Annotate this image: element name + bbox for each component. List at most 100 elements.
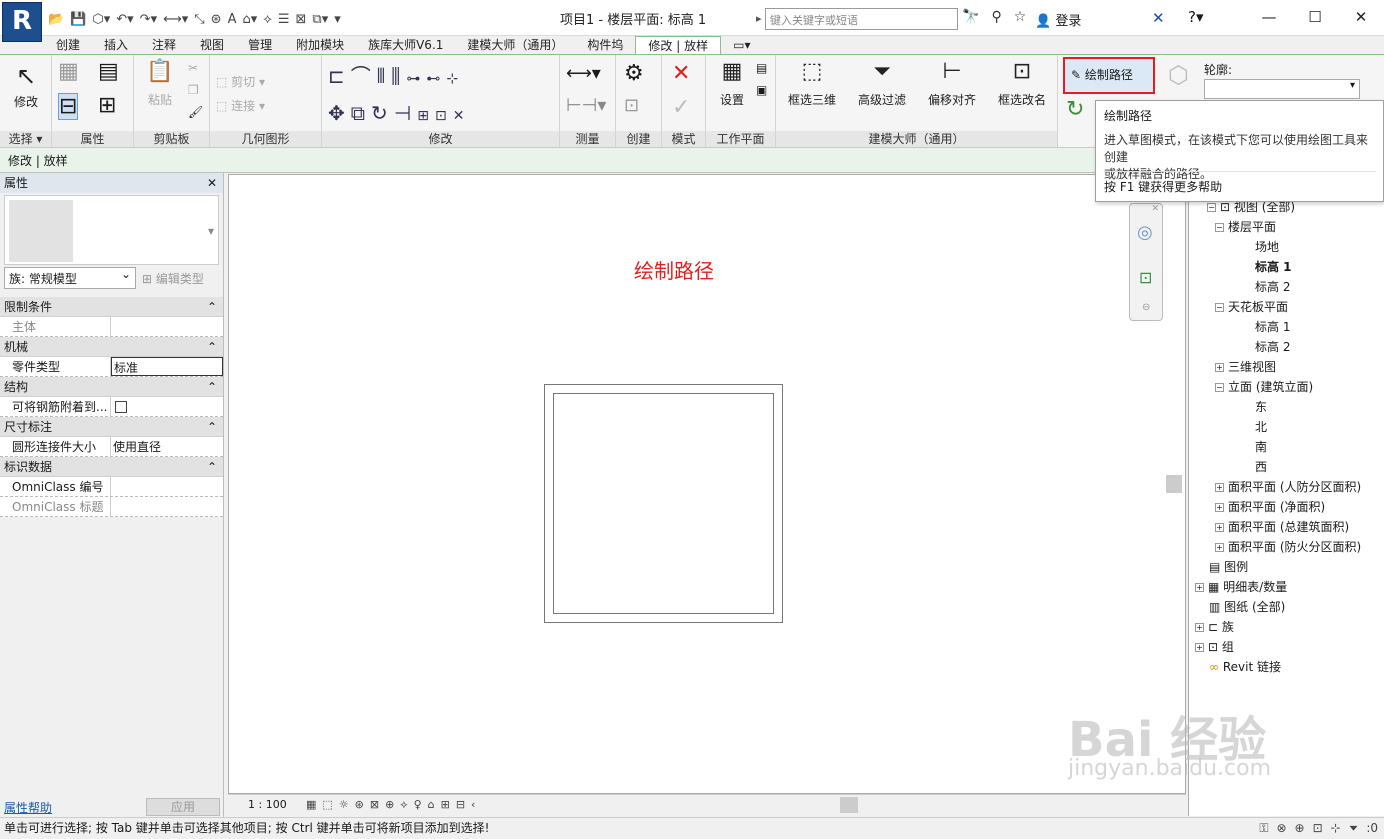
tab-modify-sweep[interactable]: 修改 | 放样 bbox=[635, 36, 722, 55]
ribbon-toggle-icon[interactable]: ▭▾ bbox=[721, 36, 762, 55]
3d-view-icon[interactable]: ⌂▾ bbox=[242, 12, 257, 27]
binoculars-icon[interactable]: 🔭 bbox=[962, 9, 979, 25]
help-icon[interactable]: ?▾ bbox=[1188, 8, 1204, 26]
tree-item[interactable]: + 三维视图 bbox=[1215, 358, 1276, 375]
join-geometry-button[interactable]: ⬚ 连接 ▾ bbox=[216, 97, 265, 114]
tree-item[interactable]: − 立面 (建筑立面) bbox=[1215, 378, 1313, 395]
mirror-draw-icon[interactable]: ⫼ bbox=[391, 64, 406, 88]
copy-elem-icon[interactable]: ⧉ bbox=[351, 101, 371, 125]
finish-mode-icon[interactable]: ✓ bbox=[672, 95, 690, 120]
tab-manage[interactable]: 管理 bbox=[236, 36, 284, 55]
zoom-icon[interactable]: ⊡ bbox=[1139, 268, 1152, 287]
steering-wheel-icon[interactable]: ◎ bbox=[1137, 222, 1153, 243]
copy-icon[interactable]: ❐ bbox=[188, 83, 199, 97]
profile-select[interactable]: ▾ bbox=[1204, 79, 1360, 99]
star-icon[interactable]: ☆ bbox=[1014, 9, 1027, 25]
tab-annotate[interactable]: 注释 bbox=[140, 36, 188, 55]
app-menu-button[interactable]: R bbox=[2, 2, 42, 42]
tag-icon[interactable]: ⊛ bbox=[211, 12, 222, 27]
section-identity[interactable]: 标识数据 ⌃ bbox=[0, 457, 223, 477]
tab-insert[interactable]: 插入 bbox=[92, 36, 140, 55]
tree-item[interactable]: 标高 1 bbox=[1255, 318, 1290, 335]
rotate-icon[interactable]: ↻ bbox=[371, 101, 394, 125]
trim-icon[interactable]: ⊣ bbox=[394, 101, 417, 125]
offset-icon[interactable]: ⌒ bbox=[351, 64, 377, 88]
tree-item[interactable]: − 楼层平面 bbox=[1215, 218, 1276, 235]
cut-geometry-button[interactable]: ⬚ 剪切 ▾ bbox=[216, 73, 265, 90]
search-input[interactable]: 键入关键字或短语 bbox=[756, 8, 958, 30]
family-types-icon[interactable]: ⊞ bbox=[98, 93, 116, 118]
sweep-inner-rect[interactable] bbox=[553, 393, 774, 614]
tree-item[interactable]: 标高 2 bbox=[1255, 278, 1290, 295]
viewer-icon[interactable]: ▣ bbox=[756, 83, 767, 97]
array-icon[interactable]: ⊞⊡✕ bbox=[417, 108, 470, 124]
tree-item[interactable]: 西 bbox=[1255, 458, 1267, 475]
login-button[interactable]: 👤 登录 bbox=[1035, 10, 1081, 29]
minimize-icon[interactable]: — bbox=[1246, 0, 1292, 34]
tree-item[interactable]: 标高 1 bbox=[1255, 258, 1292, 275]
type-selector[interactable]: ▾ bbox=[4, 195, 219, 265]
tree-item[interactable]: − 天花板平面 bbox=[1215, 298, 1288, 315]
horizontal-scrollbar-thumb[interactable] bbox=[840, 797, 858, 813]
tree-item[interactable]: ∞ Revit 链接 bbox=[1209, 658, 1281, 675]
tree-item[interactable]: 场地 bbox=[1255, 238, 1279, 255]
show-workplane-icon[interactable]: ▤ bbox=[756, 61, 767, 75]
sync-icon[interactable]: ⬡▾ bbox=[92, 12, 110, 27]
section-dimensions[interactable]: 尺寸标注 ⌃ bbox=[0, 417, 223, 437]
props-toggle-icon[interactable]: ⊟ bbox=[58, 93, 79, 120]
create-group-icon[interactable]: ⚙ bbox=[624, 61, 644, 86]
mirror-axis-icon[interactable]: ⫴ bbox=[377, 64, 391, 88]
panel-label-select[interactable]: 选择 ▾ bbox=[0, 131, 51, 147]
modify-button[interactable]: ↖ 修改 bbox=[4, 61, 48, 110]
box-rename-button[interactable]: ⊡ 框选改名 bbox=[990, 59, 1054, 108]
tree-item[interactable]: ▤ 图例 bbox=[1209, 558, 1248, 575]
dimension-tool-icon[interactable]: ⊢⊣▾ bbox=[566, 95, 606, 116]
tree-item[interactable]: 东 bbox=[1255, 398, 1267, 415]
measure-icon[interactable]: ⟷▾ bbox=[163, 12, 188, 27]
draw-path-button[interactable]: ✎ 绘制路径 bbox=[1063, 57, 1155, 94]
tree-item[interactable]: + ▦ 明细表/数量 bbox=[1195, 578, 1287, 595]
section-mechanical[interactable]: 机械 ⌃ bbox=[0, 337, 223, 357]
sweep-icon[interactable]: ⬡ bbox=[1168, 61, 1189, 89]
redo-icon[interactable]: ↷▾ bbox=[140, 12, 157, 27]
switch-windows-icon[interactable]: ⧉▾ bbox=[312, 12, 328, 27]
tab-view[interactable]: 视图 bbox=[188, 36, 236, 55]
undo-icon[interactable]: ↶▾ bbox=[116, 12, 133, 27]
create-similar-icon[interactable]: ⊡ bbox=[624, 95, 639, 116]
tree-item[interactable]: 北 bbox=[1255, 418, 1267, 435]
offset-align-button[interactable]: ⊢ 偏移对齐 bbox=[920, 59, 984, 108]
tree-item[interactable]: + ⊡ 组 bbox=[1195, 638, 1234, 655]
edit-type-button[interactable]: ⊞ 编辑类型 bbox=[142, 270, 204, 287]
section-constraints[interactable]: 限制条件 ⌃ bbox=[0, 297, 223, 317]
close-hidden-icon[interactable]: ⊠ bbox=[296, 12, 307, 27]
set-workplane-button[interactable]: ▦ 设置 bbox=[710, 59, 754, 108]
property-value[interactable]: 使用直径 bbox=[111, 437, 223, 456]
paste-button[interactable]: 📋 粘贴 bbox=[140, 59, 180, 108]
text-icon[interactable]: A bbox=[228, 12, 237, 27]
vertical-scrollbar-thumb[interactable] bbox=[1166, 475, 1182, 493]
maximize-icon[interactable]: ☐ bbox=[1292, 0, 1338, 34]
customize-qat-icon[interactable]: ▾ bbox=[334, 12, 341, 27]
split-icon[interactable]: ⊶⊷⊹ bbox=[406, 71, 464, 87]
close-icon[interactable]: ✕ bbox=[1151, 204, 1159, 214]
cut-icon[interactable]: ✂ bbox=[188, 61, 198, 75]
tab-addins[interactable]: 附加模块 bbox=[284, 36, 356, 55]
rebar-attach-checkbox[interactable] bbox=[115, 401, 127, 413]
thin-lines-icon[interactable]: ☰ bbox=[278, 12, 290, 27]
drawing-canvas[interactable]: 绘制路径 ✕ ◎ ⊡ ⊖ bbox=[228, 174, 1186, 794]
tree-item[interactable]: 标高 2 bbox=[1255, 338, 1290, 355]
view-control-icons[interactable]: ▦⬚☼⊛⊠⊕⟡♀⌂⊞⊟‹ bbox=[306, 795, 481, 815]
exchange-icon[interactable]: ✕ bbox=[1152, 9, 1165, 27]
cancel-mode-icon[interactable]: ✕ bbox=[672, 61, 690, 86]
box-3d-button[interactable]: ⬚ 框选三维 bbox=[780, 59, 844, 108]
view-scale[interactable]: 1 : 100 bbox=[248, 798, 287, 811]
tree-item[interactable]: + 面积平面 (人防分区面积) bbox=[1215, 478, 1361, 495]
move-icon[interactable]: ✥ bbox=[328, 101, 351, 125]
properties-icon[interactable]: ▦ bbox=[58, 59, 79, 84]
tab-family-library[interactable]: 族库大师V6.1 bbox=[356, 36, 455, 55]
properties-help-link[interactable]: 属性帮助 bbox=[4, 799, 52, 816]
subscription-icon[interactable]: ⚲ bbox=[991, 9, 1001, 25]
adv-filter-button[interactable]: ⏷ 高级过滤 bbox=[850, 59, 914, 108]
section-structure[interactable]: 结构 ⌃ bbox=[0, 377, 223, 397]
tree-item[interactable]: ▥ 图纸 (全部) bbox=[1209, 598, 1285, 615]
